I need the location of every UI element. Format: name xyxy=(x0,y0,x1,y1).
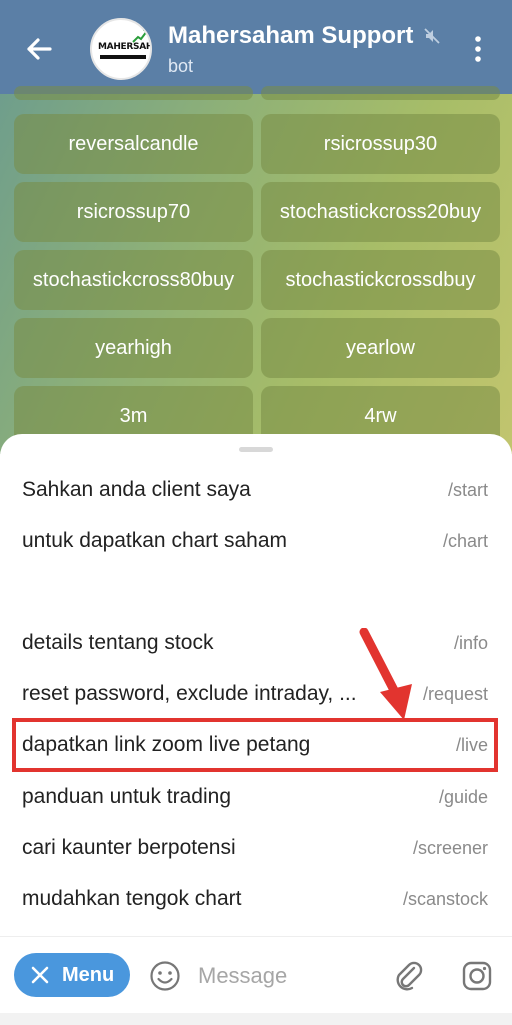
command-description: mudahkan tengok chart xyxy=(22,887,242,910)
command-name: /chart xyxy=(442,531,488,551)
command-name: /request xyxy=(422,684,488,704)
command-item-screener[interactable]: cari kaunter berpotensi /screener xyxy=(0,826,512,874)
command-item-chart[interactable]: untuk dapatkan chart saham /chart xyxy=(0,519,512,567)
close-icon xyxy=(31,966,49,984)
keyboard-button-rsicrossup70[interactable]: rsicrossup70 xyxy=(14,182,253,242)
command-name: /screener xyxy=(412,838,488,858)
command-description: Sahkan anda client saya xyxy=(22,478,251,501)
attach-icon[interactable] xyxy=(392,959,426,993)
chat-title[interactable]: Mahersaham Support xyxy=(168,22,418,50)
emoji-icon[interactable] xyxy=(148,959,182,993)
command-description: cari kaunter berpotensi xyxy=(22,836,236,859)
keyboard-button-yearlow[interactable]: yearlow xyxy=(261,318,500,378)
highlight-box xyxy=(12,718,498,772)
command-description: panduan untuk trading xyxy=(22,785,232,808)
camera-icon[interactable] xyxy=(460,959,494,993)
command-name: /guide xyxy=(438,787,488,807)
logo-text: MAHERSAHAM xyxy=(98,42,150,52)
chat-header: MAHERSAHAM Mahersaham Support bot xyxy=(0,0,512,94)
keyboard-button-reversalcandle[interactable]: reversalcandle xyxy=(14,114,253,174)
keyboard-button-stochastickcross80buy[interactable]: stochastickcross80buy xyxy=(14,250,253,310)
logo-bar xyxy=(100,55,146,59)
keyboard-button-yearhigh[interactable]: yearhigh xyxy=(14,318,253,378)
command-description: untuk dapatkan chart saham xyxy=(22,529,288,552)
keyboard-button-partial[interactable] xyxy=(14,86,253,100)
chat-subtitle: bot xyxy=(168,56,194,76)
sheet-handle[interactable] xyxy=(239,447,273,452)
command-name: /scanstock xyxy=(402,889,488,909)
more-vertical-icon[interactable] xyxy=(468,32,488,66)
command-name: /info xyxy=(453,633,488,653)
command-item-info[interactable]: details tentang stock /info xyxy=(0,621,512,669)
keyboard-button-partial[interactable] xyxy=(261,86,500,100)
command-item-request[interactable]: reset password, exclude intraday, ... /r… xyxy=(0,672,512,720)
command-item-scanstock[interactable]: mudahkan tengok chart /scanstock xyxy=(0,877,512,925)
command-description: reset password, exclude intraday, ... xyxy=(22,682,357,705)
command-description: details tentang stock xyxy=(22,631,214,654)
message-input[interactable] xyxy=(196,955,380,997)
keyboard-button-stochastickcross20buy[interactable]: stochastickcross20buy xyxy=(261,182,500,242)
back-arrow-icon[interactable] xyxy=(22,32,56,66)
avatar[interactable]: MAHERSAHAM xyxy=(90,18,152,80)
command-name: /start xyxy=(447,480,488,500)
command-item-guide[interactable]: panduan untuk trading /guide xyxy=(0,775,512,823)
message-input-bar: Menu xyxy=(0,936,512,1025)
menu-label: Menu xyxy=(62,964,115,986)
annotation-arrow-icon xyxy=(359,628,412,720)
chat-background: reversalcandle rsicrossup30 rsicrossup70… xyxy=(0,86,512,454)
command-item-start[interactable]: Sahkan anda client saya /start xyxy=(0,468,512,516)
mute-icon xyxy=(424,28,440,44)
keyboard-button-stochastickcrossdbuy[interactable]: stochastickcrossdbuy xyxy=(261,250,500,310)
commands-sheet: Sahkan anda client saya /start untuk dap… xyxy=(0,434,512,936)
keyboard-button-rsicrossup30[interactable]: rsicrossup30 xyxy=(261,114,500,174)
system-nav-bar xyxy=(0,1013,512,1025)
menu-button[interactable]: Menu xyxy=(14,953,130,997)
